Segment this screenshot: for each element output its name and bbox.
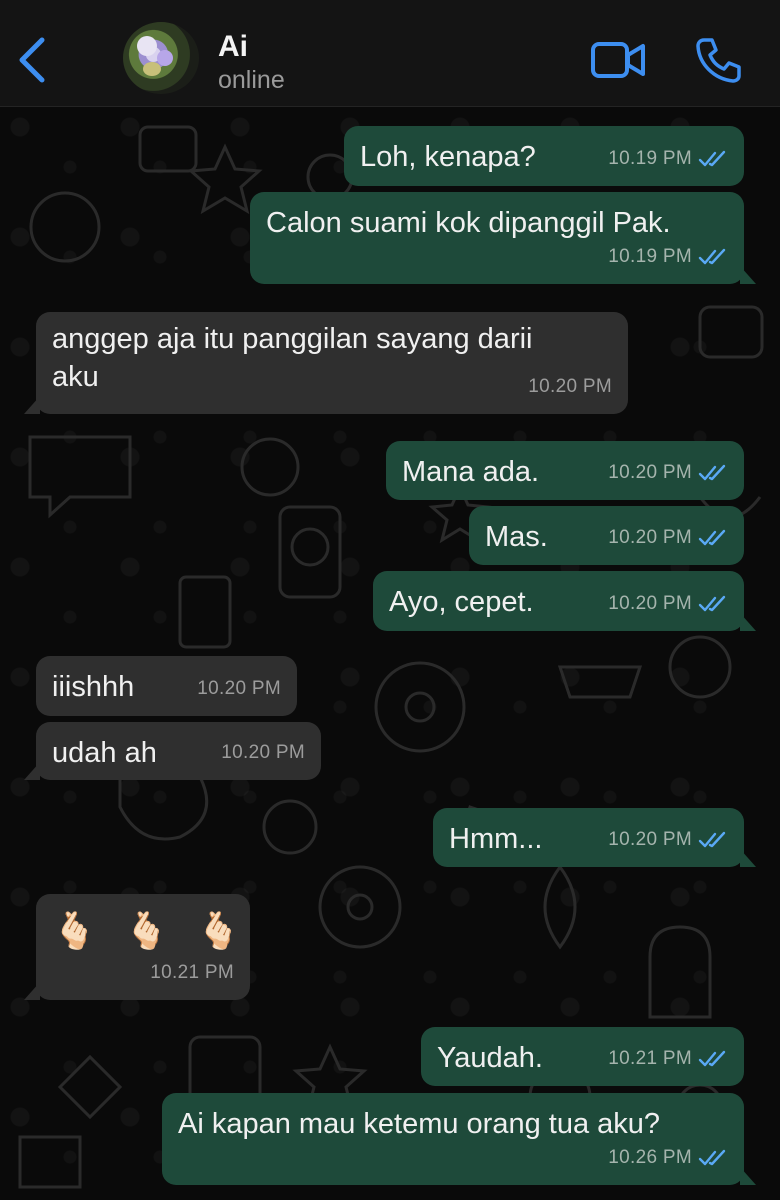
- chevron-left-icon: [19, 37, 45, 83]
- message-outgoing[interactable]: Calon suami kok dipanggil Pak. 10.19 PM: [250, 192, 756, 284]
- message-text: Loh, kenapa?: [360, 141, 536, 173]
- message-outgoing[interactable]: Yaudah. 10.21 PM: [421, 1027, 744, 1086]
- message-meta: 10.21 PM: [608, 1040, 728, 1078]
- message-meta: 10.20 PM: [608, 821, 728, 859]
- message-outgoing[interactable]: Mana ada. 10.20 PM: [386, 441, 744, 500]
- message-time: 10.21 PM: [150, 962, 234, 983]
- message-meta: 10.20 PM: [221, 734, 305, 772]
- message-meta: 10.20 PM: [608, 585, 728, 623]
- message-time: 10.20 PM: [608, 829, 692, 850]
- message-meta: 10.20 PM: [528, 368, 612, 406]
- message-meta: 10.19 PM: [608, 140, 728, 178]
- contact-status: online: [218, 66, 285, 94]
- message-outgoing[interactable]: Mas. 10.20 PM: [469, 506, 744, 565]
- message-time: 10.21 PM: [608, 1048, 692, 1069]
- message-outgoing[interactable]: Ayo, cepet. 10.20 PM: [373, 571, 756, 631]
- back-button[interactable]: [14, 36, 50, 84]
- message-text: Ayo, cepet.: [389, 586, 534, 618]
- finger-heart-emoji: 🫰🏻: [196, 910, 241, 951]
- message-meta: 10.20 PM: [197, 670, 281, 708]
- message-meta: 10.26 PM: [608, 1139, 728, 1177]
- message-incoming[interactable]: iiishhh 10.20 PM: [36, 656, 297, 716]
- message-time: 10.20 PM: [528, 376, 612, 397]
- finger-heart-emoji: 🫰🏻: [124, 910, 169, 951]
- message-meta: 10.20 PM: [608, 519, 728, 557]
- message-meta: 10.19 PM: [608, 238, 728, 276]
- double-check-icon: [698, 529, 726, 546]
- double-check-icon: [698, 1050, 726, 1067]
- message-text: Yaudah.: [437, 1042, 543, 1074]
- message-outgoing[interactable]: Loh, kenapa? 10.19 PM: [344, 126, 744, 186]
- double-check-icon: [698, 831, 726, 848]
- message-outgoing[interactable]: Hmm... 10.20 PM: [433, 808, 756, 867]
- finger-heart-emoji: 🫰🏻: [52, 910, 97, 951]
- message-time: 10.20 PM: [608, 593, 692, 614]
- double-check-icon: [698, 150, 726, 167]
- message-incoming[interactable]: anggep aja itu panggilan sayang darii ak…: [24, 312, 628, 414]
- voice-call-button[interactable]: [694, 36, 742, 84]
- message-incoming-emoji[interactable]: 🫰🏻 🫰🏻 🫰🏻 10.21 PM: [24, 894, 250, 1000]
- message-text: Hmm...: [449, 823, 543, 855]
- chat-header: Ai online: [0, 0, 780, 107]
- phone-icon: [696, 38, 741, 83]
- message-text: udah ah: [52, 737, 157, 769]
- double-check-icon: [698, 595, 726, 612]
- double-check-icon: [698, 464, 726, 481]
- message-text: Mana ada.: [402, 456, 540, 488]
- message-incoming[interactable]: udah ah 10.20 PM: [24, 722, 321, 780]
- message-time: 10.26 PM: [608, 1147, 692, 1168]
- avatar[interactable]: [123, 22, 199, 94]
- message-time: 10.20 PM: [197, 678, 281, 699]
- double-check-icon: [698, 248, 726, 265]
- message-text: Mas.: [485, 521, 548, 553]
- contact-name[interactable]: Ai: [218, 30, 248, 64]
- message-time: 10.20 PM: [221, 742, 305, 763]
- message-text: iiishhh: [52, 671, 135, 703]
- video-call-button[interactable]: [590, 40, 646, 80]
- emoji-row: 🫰🏻 🫰🏻 🫰🏻: [52, 906, 241, 954]
- message-text: Ai kapan mau ketemu orang tua aku?: [178, 1108, 661, 1140]
- message-time: 10.19 PM: [608, 246, 692, 267]
- message-meta: 10.20 PM: [608, 454, 728, 492]
- message-time: 10.20 PM: [608, 462, 692, 483]
- message-text: Calon suami kok dipanggil Pak.: [266, 207, 671, 239]
- message-outgoing[interactable]: Ai kapan mau ketemu orang tua aku? 10.26…: [162, 1093, 756, 1185]
- double-check-icon: [698, 1149, 726, 1166]
- message-time: 10.20 PM: [608, 527, 692, 548]
- message-text-line: anggep aja itu panggilan sayang darii: [52, 323, 533, 355]
- message-meta: 10.21 PM: [150, 954, 234, 992]
- message-time: 10.19 PM: [608, 148, 692, 169]
- video-camera-icon: [591, 42, 645, 78]
